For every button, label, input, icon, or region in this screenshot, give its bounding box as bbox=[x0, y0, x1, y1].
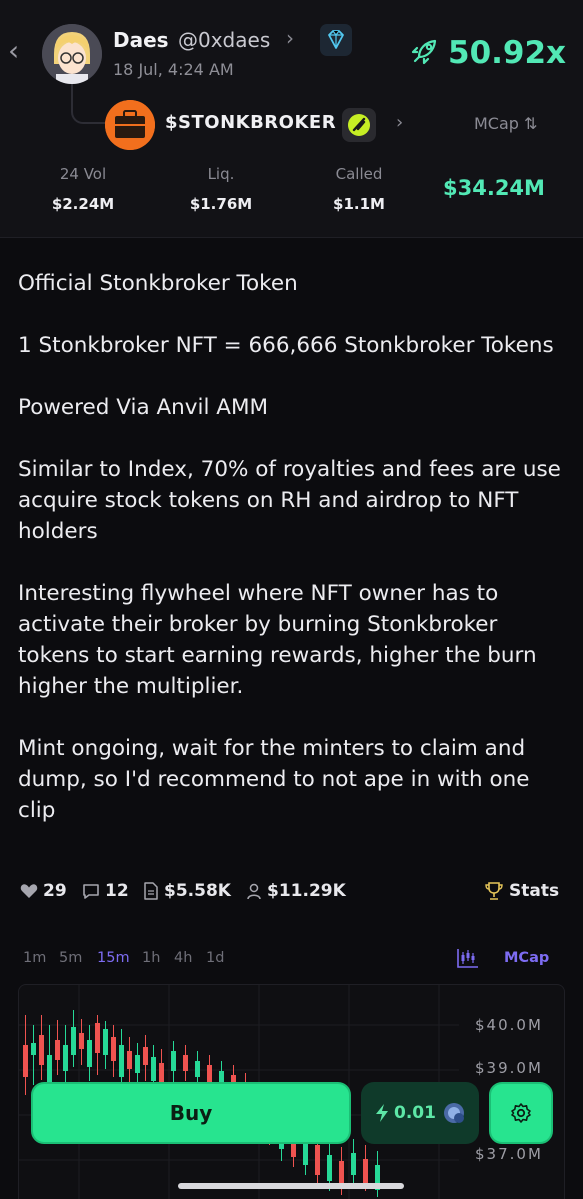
buy-button[interactable]: Buy bbox=[31, 1082, 351, 1144]
document-icon bbox=[144, 882, 158, 900]
candle-body bbox=[127, 1051, 132, 1069]
user-value-text: $11.29K bbox=[267, 881, 346, 901]
engagement-row: 29 12 $5.58K $11.29K Stats bbox=[20, 878, 565, 904]
home-indicator bbox=[178, 1183, 404, 1189]
gear-icon bbox=[511, 1103, 531, 1123]
venue-icon[interactable] bbox=[342, 108, 376, 142]
post-paragraph: 1 Stonkbroker NFT = 666,666 Stonkbroker … bbox=[18, 333, 554, 358]
thread-connector bbox=[71, 84, 107, 124]
candle-body bbox=[95, 1023, 100, 1053]
candle-body bbox=[119, 1045, 124, 1077]
candle-body bbox=[79, 1033, 84, 1049]
amount-value: 0.01 bbox=[394, 1103, 436, 1123]
stat-24h-volume: 24 Vol $2.24M bbox=[28, 165, 138, 213]
candle-body bbox=[327, 1155, 332, 1181]
multiplier-value: 50.92x bbox=[448, 35, 567, 71]
author-handle[interactable]: @0xdaes bbox=[178, 28, 270, 52]
timeframe-15m[interactable]: 15m bbox=[97, 950, 130, 966]
trophy-icon bbox=[485, 882, 503, 900]
candle-body bbox=[171, 1051, 176, 1071]
stat-value: $1.76M bbox=[189, 195, 253, 213]
y-tick-label: $39.0M bbox=[475, 1059, 543, 1077]
diamond-icon bbox=[320, 24, 352, 56]
post-paragraph: Official Stonkbroker Token bbox=[18, 271, 298, 296]
stat-value: $2.24M bbox=[51, 195, 115, 213]
timeframe-4h[interactable]: 4h bbox=[174, 950, 192, 966]
token-ticker[interactable]: $STONKBROKER bbox=[165, 112, 336, 133]
back-chevron-icon[interactable]: ‹ bbox=[8, 37, 26, 65]
candle-body bbox=[103, 1029, 108, 1055]
post-timestamp: 18 Jul, 4:24 AM bbox=[113, 60, 234, 79]
author-name[interactable]: Daes bbox=[113, 28, 169, 52]
post-paragraph: Similar to Index, 70% of royalties and f… bbox=[18, 457, 568, 544]
settings-button[interactable] bbox=[489, 1082, 553, 1144]
comment-count: 12 bbox=[105, 881, 129, 901]
stats-button[interactable]: Stats bbox=[484, 878, 559, 904]
multiplier-badge: 50.92x bbox=[410, 30, 566, 76]
candle-body bbox=[351, 1153, 356, 1175]
like-button[interactable]: 29 bbox=[20, 878, 67, 904]
y-tick-label: $40.0M bbox=[475, 1016, 543, 1034]
like-count: 29 bbox=[43, 881, 67, 901]
candle-body bbox=[315, 1145, 320, 1175]
doc-value[interactable]: $5.58K bbox=[143, 878, 231, 904]
candle-body bbox=[111, 1037, 116, 1061]
candle-body bbox=[87, 1040, 92, 1067]
post-body: Official Stonkbroker Token 1 Stonkbroker… bbox=[18, 268, 566, 857]
stat-label: Called bbox=[335, 165, 383, 183]
candle-body bbox=[63, 1045, 68, 1071]
candle-body bbox=[151, 1057, 156, 1081]
comment-icon bbox=[83, 884, 99, 899]
timeframe-1m[interactable]: 1m bbox=[23, 950, 46, 966]
stat-label: 24 Vol bbox=[59, 165, 107, 183]
post-paragraph: Mint ongoing, wait for the minters to cl… bbox=[18, 736, 537, 823]
candle-body bbox=[195, 1061, 200, 1077]
stat-label: Liq. bbox=[207, 165, 235, 183]
comment-button[interactable]: 12 bbox=[82, 878, 129, 904]
heart-icon bbox=[20, 884, 38, 898]
stats-label: Stats bbox=[509, 881, 560, 901]
post-paragraph: Powered Via Anvil AMM bbox=[18, 395, 269, 420]
coin-icon bbox=[443, 1103, 464, 1123]
stat-liquidity: Liq. $1.76M bbox=[166, 165, 276, 213]
rocket-icon bbox=[410, 36, 440, 70]
quick-buy-amount[interactable]: 0.01 bbox=[361, 1082, 479, 1144]
stat-value: $1.1M bbox=[333, 195, 385, 213]
candle-body bbox=[71, 1027, 76, 1055]
y-tick-label: $37.0M bbox=[475, 1145, 543, 1163]
candle-body bbox=[31, 1043, 36, 1055]
mcap-sort-toggle[interactable]: MCap ⇅ bbox=[474, 114, 537, 133]
user-icon bbox=[247, 883, 261, 900]
call-header: ‹ Daes @0xdaes › 18 Jul, 4:24 AM 50.92x … bbox=[0, 0, 583, 238]
timeframe-1d[interactable]: 1d bbox=[206, 950, 224, 966]
candle-body bbox=[339, 1161, 344, 1185]
candle-body bbox=[39, 1035, 44, 1065]
current-market-cap: $34.24M bbox=[443, 176, 545, 200]
timeframe-1h[interactable]: 1h bbox=[142, 950, 160, 966]
metric-toggle[interactable]: MCap bbox=[504, 950, 549, 966]
chevron-right-icon[interactable]: › bbox=[286, 26, 294, 50]
candle-body bbox=[55, 1040, 60, 1060]
candlestick-chart-icon[interactable] bbox=[456, 947, 480, 973]
timeframe-5m[interactable]: 5m bbox=[59, 950, 82, 966]
candle-body bbox=[135, 1055, 140, 1073]
avatar[interactable] bbox=[42, 24, 102, 84]
chevron-right-icon[interactable]: › bbox=[396, 112, 403, 133]
post-paragraph: Interesting flywheel where NFT owner has… bbox=[18, 581, 544, 699]
candle-body bbox=[47, 1055, 52, 1085]
candle-body bbox=[183, 1055, 188, 1071]
lightning-icon bbox=[376, 1104, 389, 1122]
candle-body bbox=[23, 1045, 28, 1077]
candle-body bbox=[143, 1047, 148, 1065]
stat-called: Called $1.1M bbox=[304, 165, 414, 213]
doc-value-text: $5.58K bbox=[164, 881, 231, 901]
token-logo[interactable] bbox=[105, 100, 155, 150]
user-value[interactable]: $11.29K bbox=[246, 878, 346, 904]
candle-body bbox=[363, 1159, 368, 1183]
